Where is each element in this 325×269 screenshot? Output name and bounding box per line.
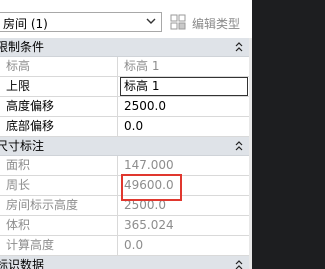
collapse-icon[interactable]	[234, 259, 244, 269]
property-row-height-offset[interactable]: 高度偏移 2500.0	[0, 97, 250, 117]
group-header-constraints[interactable]: 限制条件	[0, 38, 250, 57]
base-offset-field[interactable]: 0.0	[120, 117, 248, 136]
collapse-icon[interactable]	[234, 41, 244, 53]
property-value: 0.0	[124, 238, 144, 252]
property-row-upper-limit[interactable]: 上限 标高 1	[0, 77, 250, 97]
property-value: 147.000	[124, 158, 174, 172]
upper-limit-field[interactable]: 标高 1	[120, 77, 248, 96]
type-toolbar: 房间 (1) 编辑类型	[0, 0, 252, 38]
property-name: 面积	[0, 156, 118, 175]
properties-grid: 限制条件 标高 标高 1 上限 标高 1 高度偏移 2500.0 底部偏移 0.…	[0, 38, 250, 269]
property-row-base-offset[interactable]: 底部偏移 0.0	[0, 117, 250, 137]
property-name: 标高	[0, 57, 118, 76]
properties-panel: 房间 (1) 编辑类型 限制条件 标高 标高 1 上限 标高 1 高度偏移 25…	[0, 0, 252, 269]
property-name: 房间标示高度	[0, 196, 118, 215]
property-row-level[interactable]: 标高 标高 1	[0, 57, 250, 77]
group-header-dimensions[interactable]: 尺寸标注	[0, 137, 250, 156]
property-name: 周长	[0, 176, 118, 195]
group-header-identity-data[interactable]: 标识数据	[0, 256, 250, 269]
collapse-icon[interactable]	[234, 140, 244, 152]
edit-type-icon	[170, 14, 186, 30]
edit-type-label: 编辑类型	[192, 17, 241, 31]
chevron-down-icon[interactable]	[145, 14, 157, 28]
property-value: 标高 1	[124, 59, 160, 73]
property-name: 上限	[0, 77, 118, 96]
group-title: 标识数据	[0, 258, 45, 269]
height-offset-field[interactable]: 2500.0	[120, 97, 248, 116]
group-title: 尺寸标注	[0, 139, 45, 153]
type-selector-value: 房间 (1)	[3, 17, 48, 31]
annotation-highlight-box	[121, 174, 182, 201]
property-name: 体积	[0, 216, 118, 235]
dark-side-area	[252, 0, 325, 269]
property-name: 计算高度	[0, 236, 118, 255]
property-row-area[interactable]: 面积 147.000	[0, 156, 250, 176]
property-name: 高度偏移	[0, 97, 118, 116]
type-selector-dropdown[interactable]: 房间 (1)	[0, 12, 162, 32]
property-row-volume[interactable]: 体积 365.024	[0, 216, 250, 236]
group-title: 限制条件	[0, 40, 45, 54]
property-value: 365.024	[124, 218, 174, 232]
property-name: 底部偏移	[0, 117, 118, 136]
property-row-computed-height[interactable]: 计算高度 0.0	[0, 236, 250, 256]
